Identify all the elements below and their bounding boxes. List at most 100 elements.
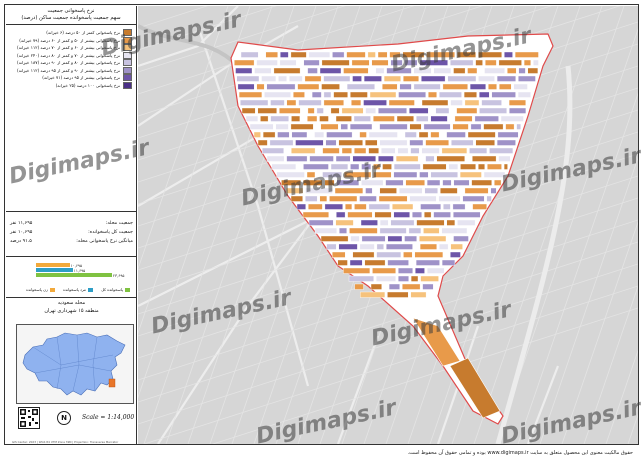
parcel-block bbox=[352, 75, 362, 82]
legend-class-item: نرخ پاسخوانی ۱۰۰ درصد (۲۵ خیرانه) bbox=[10, 81, 132, 89]
parcel-block bbox=[415, 267, 425, 274]
parcel-block bbox=[333, 91, 348, 98]
legend-class-item: نرخ پاسخوانی کمتر از ۵۰ درصد (۶ خیرانه) bbox=[10, 29, 132, 36]
parcel-block bbox=[494, 179, 502, 186]
parcel-block bbox=[415, 259, 440, 266]
parcel-block bbox=[490, 187, 497, 194]
parcel-block bbox=[447, 75, 477, 82]
parcel-block bbox=[235, 67, 253, 74]
legend-swatch bbox=[123, 74, 132, 81]
parcel-block bbox=[446, 219, 456, 226]
parcel-block bbox=[413, 67, 432, 74]
parcel-block bbox=[372, 115, 395, 122]
parcel-block bbox=[375, 275, 396, 282]
parcel-block bbox=[446, 131, 466, 138]
parcel-block bbox=[373, 171, 392, 178]
parcel-block bbox=[527, 67, 539, 74]
parcel-block bbox=[507, 67, 517, 74]
parcel-block bbox=[500, 115, 524, 122]
parcel-block bbox=[264, 91, 291, 98]
parcel-block bbox=[484, 67, 505, 74]
stat-label: جمعیت محله: bbox=[105, 221, 133, 226]
parcel-block bbox=[404, 235, 417, 242]
parcel-block bbox=[286, 99, 297, 106]
region-name: محله سعودیه bbox=[57, 300, 86, 306]
parcel-block bbox=[379, 123, 408, 130]
parcel-block bbox=[486, 195, 492, 202]
parcel-block bbox=[497, 131, 519, 138]
population-bar bbox=[36, 268, 73, 272]
legend-class-list: نرخ پاسخوانی کمتر از ۵۰ درصد (۶ خیرانه) ن… bbox=[10, 29, 132, 89]
parcel-block bbox=[425, 155, 435, 162]
parcel-block bbox=[430, 115, 448, 122]
parcel-block bbox=[392, 203, 414, 210]
parcel-block bbox=[487, 163, 502, 170]
parcel-block bbox=[253, 131, 261, 138]
parcel-block bbox=[245, 115, 259, 122]
parcel-block bbox=[450, 59, 474, 66]
parcel-block bbox=[409, 107, 429, 114]
parcel-block bbox=[378, 155, 394, 162]
stat-label: جمعیت کل پاسخوانده: bbox=[88, 230, 133, 235]
parcel-block bbox=[376, 243, 384, 250]
parcel-block bbox=[290, 51, 307, 58]
parcel-block bbox=[365, 187, 373, 194]
legend-divider bbox=[6, 256, 137, 257]
parcel-block bbox=[354, 203, 367, 210]
parcel-block bbox=[305, 187, 333, 194]
parcel-block bbox=[509, 107, 527, 114]
parcel-block bbox=[433, 211, 451, 218]
parcel-block bbox=[452, 123, 469, 130]
parcel-block bbox=[470, 123, 482, 130]
parcel-block bbox=[380, 147, 396, 154]
parcel-block bbox=[286, 155, 308, 162]
parcel-block bbox=[402, 283, 421, 290]
map-canvas[interactable] bbox=[138, 6, 638, 444]
parcel-block bbox=[324, 203, 343, 210]
parcel-block bbox=[288, 75, 303, 82]
legend-swatch bbox=[123, 81, 132, 89]
parcel-block bbox=[464, 187, 489, 194]
parcel-block bbox=[420, 203, 441, 210]
parcel-block bbox=[475, 59, 483, 66]
parcel-block bbox=[483, 171, 506, 178]
parcel-block bbox=[361, 163, 372, 170]
parcel-block bbox=[456, 107, 478, 114]
parcel-block bbox=[412, 211, 423, 218]
parcel-block bbox=[346, 51, 366, 58]
parcel-block bbox=[240, 51, 259, 58]
parcel-block bbox=[319, 195, 328, 202]
legend-class-label: نرخ پاسخوانی بیشتر از ۸۰ و کمتر از ۹۰ در… bbox=[17, 60, 120, 65]
parcel-block bbox=[368, 203, 390, 210]
legend-class-label: نرخ پاسخوانی بیشتر از ۷۰ و کمتر از ۸۰ در… bbox=[17, 52, 120, 58]
parcel-block bbox=[464, 99, 480, 106]
stat-value: ۱۰,۶۹۵ نفر bbox=[10, 230, 33, 235]
parcel-block bbox=[303, 59, 320, 66]
parcel-block bbox=[420, 275, 439, 282]
legend-class-label: نرخ پاسخوانی بیشتر از ۵۰ و کمتر از ۶۰ در… bbox=[19, 37, 120, 43]
parcel-block bbox=[292, 91, 305, 98]
parcel-block bbox=[237, 83, 255, 90]
population-bar-label: ۱۱,۶۹۵ bbox=[73, 267, 86, 273]
parcel-block bbox=[238, 91, 263, 98]
parcel-block bbox=[353, 147, 367, 154]
parcel-block bbox=[451, 139, 474, 146]
parcel-block bbox=[382, 163, 392, 170]
parcel-block bbox=[438, 195, 461, 202]
parcel-block bbox=[439, 243, 449, 250]
map-scale: Scale = 1:14,000 bbox=[82, 414, 135, 421]
parcel-block bbox=[308, 219, 334, 226]
parcel-block bbox=[459, 171, 482, 178]
parcel-block bbox=[381, 83, 398, 90]
parcel-block bbox=[320, 123, 339, 130]
parcel-block bbox=[372, 267, 396, 274]
parcel-block bbox=[322, 171, 342, 178]
parcel-block bbox=[469, 147, 488, 154]
parcel-block bbox=[359, 195, 377, 202]
parcel-block bbox=[460, 163, 476, 170]
legend-swatch bbox=[123, 66, 132, 74]
parcel-block bbox=[281, 179, 301, 186]
parcel-block bbox=[410, 147, 420, 154]
parcel-block bbox=[336, 211, 346, 218]
parcel-block bbox=[450, 251, 461, 258]
